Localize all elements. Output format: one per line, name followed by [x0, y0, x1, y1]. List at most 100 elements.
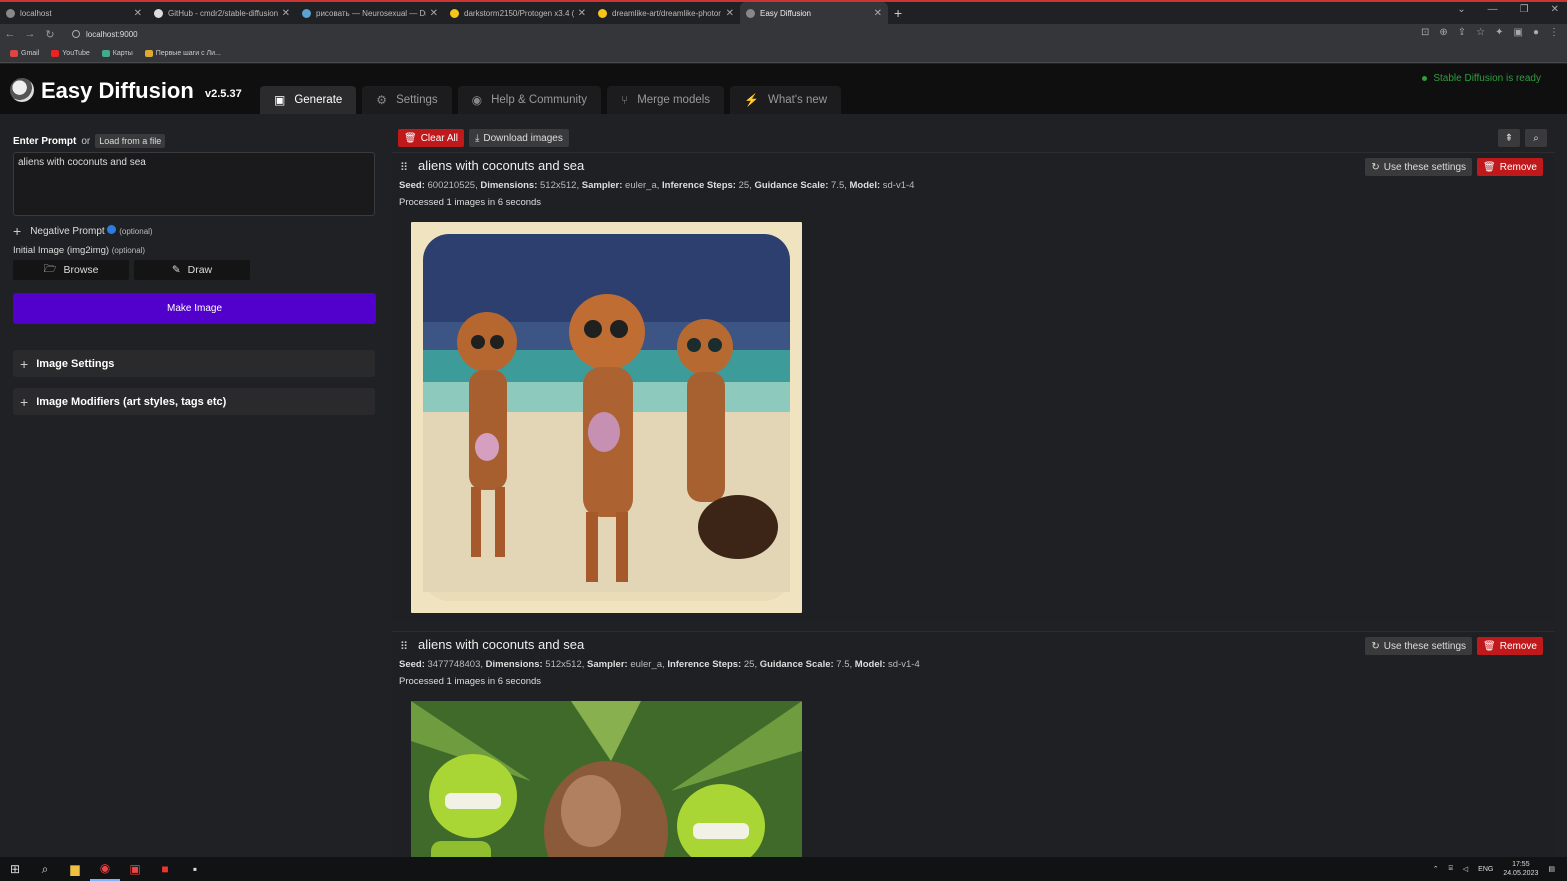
tab-title: GitHub - cmdr2/stable-diffusion [168, 8, 278, 18]
red-app-icon: ■ [161, 862, 169, 876]
tab-generate[interactable]: ▣ Generate [260, 86, 357, 114]
menu-icon[interactable]: ⋮ [1549, 27, 1559, 38]
share-icon[interactable]: ⇪ [1458, 27, 1466, 38]
remove-button[interactable]: 🗑 Remove [1477, 158, 1543, 176]
negative-prompt-toggle[interactable]: + Negative Prompt (optional) [13, 223, 153, 239]
bookmark-maps[interactable]: Карты [101, 49, 133, 57]
browse-button[interactable]: 🗁 Browse [13, 260, 129, 280]
url-field[interactable]: localhost:9000 [72, 30, 138, 39]
tab-label: Settings [396, 94, 438, 106]
zoom-icon[interactable]: ⊕ [1439, 27, 1447, 38]
extensions-icon[interactable]: ✦ [1495, 27, 1503, 38]
redo-icon: ↻ [1371, 640, 1380, 652]
chevron-up-icon[interactable]: ⌃ [1433, 865, 1439, 873]
browser-tab[interactable]: dreamlike-art/dreamlike-photor ✕ [592, 2, 740, 24]
bookmark-linux[interactable]: Первые шаги с Ли... [144, 49, 221, 57]
load-from-file-button[interactable]: Load from a file [95, 134, 166, 148]
browser-tab[interactable]: GitHub - cmdr2/stable-diffusion ✕ [148, 2, 296, 24]
clock[interactable]: 17:55 24.05.2023 [1503, 860, 1538, 878]
clear-all-button[interactable]: 🗑 Clear All [398, 129, 464, 147]
volume-icon[interactable]: ◁ [1463, 865, 1468, 873]
draw-button[interactable]: ✎ Draw [134, 260, 250, 280]
translate-icon[interactable]: ⊡ [1421, 27, 1429, 38]
model-value: sd-v1-4 [888, 659, 920, 670]
language-indicator[interactable]: ENG [1478, 866, 1493, 873]
trash-icon: 🗑 [1483, 640, 1496, 652]
generated-image[interactable] [411, 222, 802, 613]
info-icon[interactable] [107, 225, 117, 234]
image-settings-section[interactable]: + Image Settings [13, 350, 375, 377]
chrome-icon[interactable]: ◉ [90, 857, 120, 881]
section-title: Image Modifiers (art styles, tags etc) [36, 395, 227, 408]
use-settings-label: Use these settings [1383, 161, 1467, 173]
browser-tab-active[interactable]: Easy Diffusion ✕ [740, 2, 888, 24]
windows-start-icon[interactable]: ⊞ [0, 857, 30, 881]
jetbrains-icon: ▣ [129, 862, 141, 876]
close-icon[interactable]: ✕ [430, 8, 438, 19]
chat-icon: ◉ [471, 93, 483, 107]
make-image-button[interactable]: Make Image [13, 293, 376, 324]
close-icon[interactable]: ✕ [874, 8, 882, 19]
tab-whats-new[interactable]: ⚡ What's new [730, 86, 842, 114]
file-explorer-icon[interactable]: ▆ [60, 857, 90, 881]
seed-value: 3477748403 [427, 659, 481, 670]
task-entry: ⠿ aliens with coconuts and sea Seed: 600… [392, 152, 1555, 622]
gear-icon: ⚙ [376, 93, 388, 107]
forward-icon[interactable]: → [20, 28, 40, 40]
browser-tab[interactable]: darkstorm2150/Protogen x3.4 ( ✕ [444, 2, 592, 24]
download-images-button[interactable]: ⤓ Download images [468, 129, 569, 147]
star-icon[interactable]: ☆ [1476, 27, 1485, 38]
close-icon[interactable]: ✕ [578, 8, 586, 19]
app-icon[interactable]: ▣ [120, 857, 150, 881]
profile-icon[interactable]: ● [1533, 27, 1539, 38]
notifications-icon[interactable]: ▤ [1548, 865, 1555, 873]
drag-handle-icon[interactable]: ⠿ [400, 640, 408, 653]
generated-image[interactable] [411, 701, 802, 857]
new-tab-icon[interactable]: + [894, 5, 902, 21]
use-settings-button[interactable]: ↻ Use these settings [1365, 158, 1473, 176]
search-icon[interactable]: ⌕ [30, 857, 60, 881]
tab-label: Generate [294, 94, 343, 106]
image-modifiers-section[interactable]: + Image Modifiers (art styles, tags etc) [13, 388, 375, 415]
collapse-all-button[interactable]: ⇞ [1498, 129, 1520, 147]
generated-image-art [411, 222, 802, 613]
search-button[interactable]: ⌕ [1525, 129, 1547, 147]
reload-icon[interactable]: ↻ [40, 28, 60, 41]
app-title: Easy Diffusion [41, 78, 194, 103]
tab-help[interactable]: ◉ Help & Community [457, 86, 601, 114]
close-window-icon[interactable]: ✕ [1551, 4, 1559, 15]
plus-icon: + [20, 393, 29, 410]
browser-tab[interactable]: рисовать — Neurosexual — Dr ✕ [296, 2, 444, 24]
app-icon[interactable]: ■ [150, 857, 180, 881]
close-icon[interactable]: ✕ [134, 8, 142, 19]
browse-label: Browse [63, 264, 99, 276]
restore-icon[interactable]: ❐ [1520, 4, 1529, 15]
close-icon[interactable]: ✕ [726, 8, 734, 19]
minimize-icon[interactable]: — [1488, 4, 1498, 15]
tab-settings[interactable]: ⚙ Settings [362, 86, 452, 114]
terminal-icon[interactable]: ▪ [180, 857, 210, 881]
negative-label-text: Negative Prompt [30, 226, 105, 237]
bookmark-gmail[interactable]: Gmail [10, 49, 39, 57]
remove-button[interactable]: 🗑 Remove [1477, 637, 1543, 655]
browser-tab[interactable]: localhost ✕ [0, 2, 148, 24]
use-settings-button[interactable]: ↻ Use these settings [1365, 637, 1473, 655]
network-icon[interactable]: ⌸ [1449, 865, 1453, 873]
task-title: aliens with coconuts and sea [418, 158, 585, 173]
prompt-input[interactable]: aliens with coconuts and sea [13, 152, 375, 216]
sampler-label: Sampler: [587, 659, 628, 670]
sidepanel-icon[interactable]: ▣ [1514, 27, 1523, 38]
chevron-down-icon[interactable]: ⌄ [1457, 4, 1465, 15]
drag-handle-icon[interactable]: ⠿ [400, 161, 408, 174]
pencil-icon: ✎ [171, 264, 181, 276]
close-icon[interactable]: ✕ [282, 8, 290, 19]
app: Easy Diffusion v2.5.37 ▣ Generate ⚙ Settin… [0, 64, 1567, 857]
back-icon[interactable]: ← [0, 28, 20, 40]
sampler-value: euler_a [630, 659, 663, 670]
bookmark-youtube[interactable]: YouTube [51, 49, 90, 57]
folder-icon: 🗁 [43, 263, 57, 275]
tab-title: darkstorm2150/Protogen x3.4 ( [464, 8, 574, 18]
tab-merge-models[interactable]: ⑂ Merge models [606, 86, 725, 114]
status-text: Stable Diffusion is ready [1433, 73, 1541, 84]
arrow-up-icon: ⇞ [1504, 132, 1514, 144]
